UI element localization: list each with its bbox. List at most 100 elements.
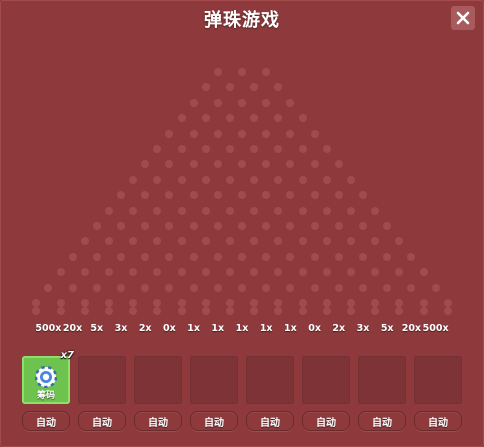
chip-slot[interactable] (358, 356, 406, 404)
peg (129, 307, 138, 315)
peg (334, 222, 343, 230)
peg (274, 83, 283, 92)
peg (383, 252, 392, 261)
peg (238, 98, 246, 107)
peg (238, 283, 246, 292)
chip-slot[interactable] (302, 356, 350, 404)
peg (129, 175, 138, 184)
peg (141, 283, 150, 292)
peg (419, 268, 428, 277)
peg (189, 191, 198, 200)
peg (177, 145, 186, 153)
peg (298, 114, 307, 123)
peg (286, 222, 295, 230)
peg (189, 283, 198, 292)
peg (225, 206, 234, 215)
peg (286, 283, 295, 292)
chip-icon (34, 365, 58, 389)
peg (359, 222, 367, 230)
chip-slot[interactable] (78, 356, 126, 404)
peg (44, 283, 53, 292)
peg (213, 252, 222, 261)
peg (225, 175, 234, 184)
peg (322, 268, 331, 277)
peg (56, 307, 65, 315)
chip-slot[interactable] (134, 356, 182, 404)
auto-button[interactable]: 自动 (22, 411, 70, 431)
peg (153, 268, 162, 277)
peg (213, 160, 222, 169)
chip-slot[interactable] (190, 356, 238, 404)
peg (262, 191, 271, 200)
peg (274, 175, 283, 184)
peg (298, 237, 307, 246)
peg (371, 268, 380, 277)
multiplier-label: 500x (422, 323, 449, 334)
peg (153, 175, 162, 184)
peg (201, 268, 210, 277)
peg (419, 299, 428, 307)
peg (225, 83, 234, 92)
peg (334, 191, 343, 200)
peg (346, 299, 355, 307)
peg (104, 237, 113, 246)
auto-button[interactable]: 自动 (134, 411, 182, 431)
chip-slot[interactable] (414, 356, 462, 404)
peg (238, 68, 246, 76)
peg (286, 160, 295, 169)
multiplier-label: 5x (90, 323, 104, 334)
peg (153, 145, 162, 153)
slot-count: x7 (60, 350, 74, 361)
peg (395, 237, 404, 246)
peg (117, 191, 125, 200)
multiplier-label: 2x (138, 323, 152, 334)
auto-button[interactable]: 自动 (302, 411, 350, 431)
peg (165, 191, 174, 200)
auto-button[interactable]: 自动 (78, 411, 126, 431)
peg (310, 222, 319, 230)
peg (262, 283, 271, 292)
peg (129, 206, 138, 215)
peg (177, 299, 186, 307)
peg (322, 206, 331, 215)
peg (225, 145, 234, 153)
peg (153, 299, 162, 307)
peg (92, 222, 101, 230)
auto-button[interactable]: 自动 (246, 411, 294, 431)
peg (201, 237, 210, 246)
peg (56, 299, 65, 307)
auto-button[interactable]: 自动 (190, 411, 238, 431)
peg (141, 191, 150, 200)
peg (153, 237, 162, 246)
peg (238, 160, 246, 169)
multiplier-label: 500x (35, 323, 62, 334)
chip-slot[interactable] (246, 356, 294, 404)
peg (238, 191, 246, 200)
peg (201, 299, 210, 307)
peg (262, 222, 271, 230)
peg (322, 307, 331, 315)
peg (262, 98, 271, 107)
peg (165, 160, 174, 169)
peg (359, 191, 367, 200)
auto-button[interactable]: 自动 (414, 411, 462, 431)
peg (141, 222, 150, 230)
peg (346, 175, 355, 184)
peg (274, 307, 283, 315)
peg (274, 145, 283, 153)
peg (213, 222, 222, 230)
multiplier-label: 1x (211, 323, 225, 334)
multiplier-label: 3x (356, 323, 370, 334)
peg (213, 98, 222, 107)
peg (274, 237, 283, 246)
peg (201, 307, 210, 315)
peg (322, 145, 331, 153)
auto-button[interactable]: 自动 (358, 411, 406, 431)
chip-slot[interactable]: 筹码 x7 (22, 350, 74, 404)
peg (310, 283, 319, 292)
peg (346, 307, 355, 315)
peg (177, 175, 186, 184)
peg (104, 299, 113, 307)
peg (383, 283, 392, 292)
peg (189, 129, 198, 138)
